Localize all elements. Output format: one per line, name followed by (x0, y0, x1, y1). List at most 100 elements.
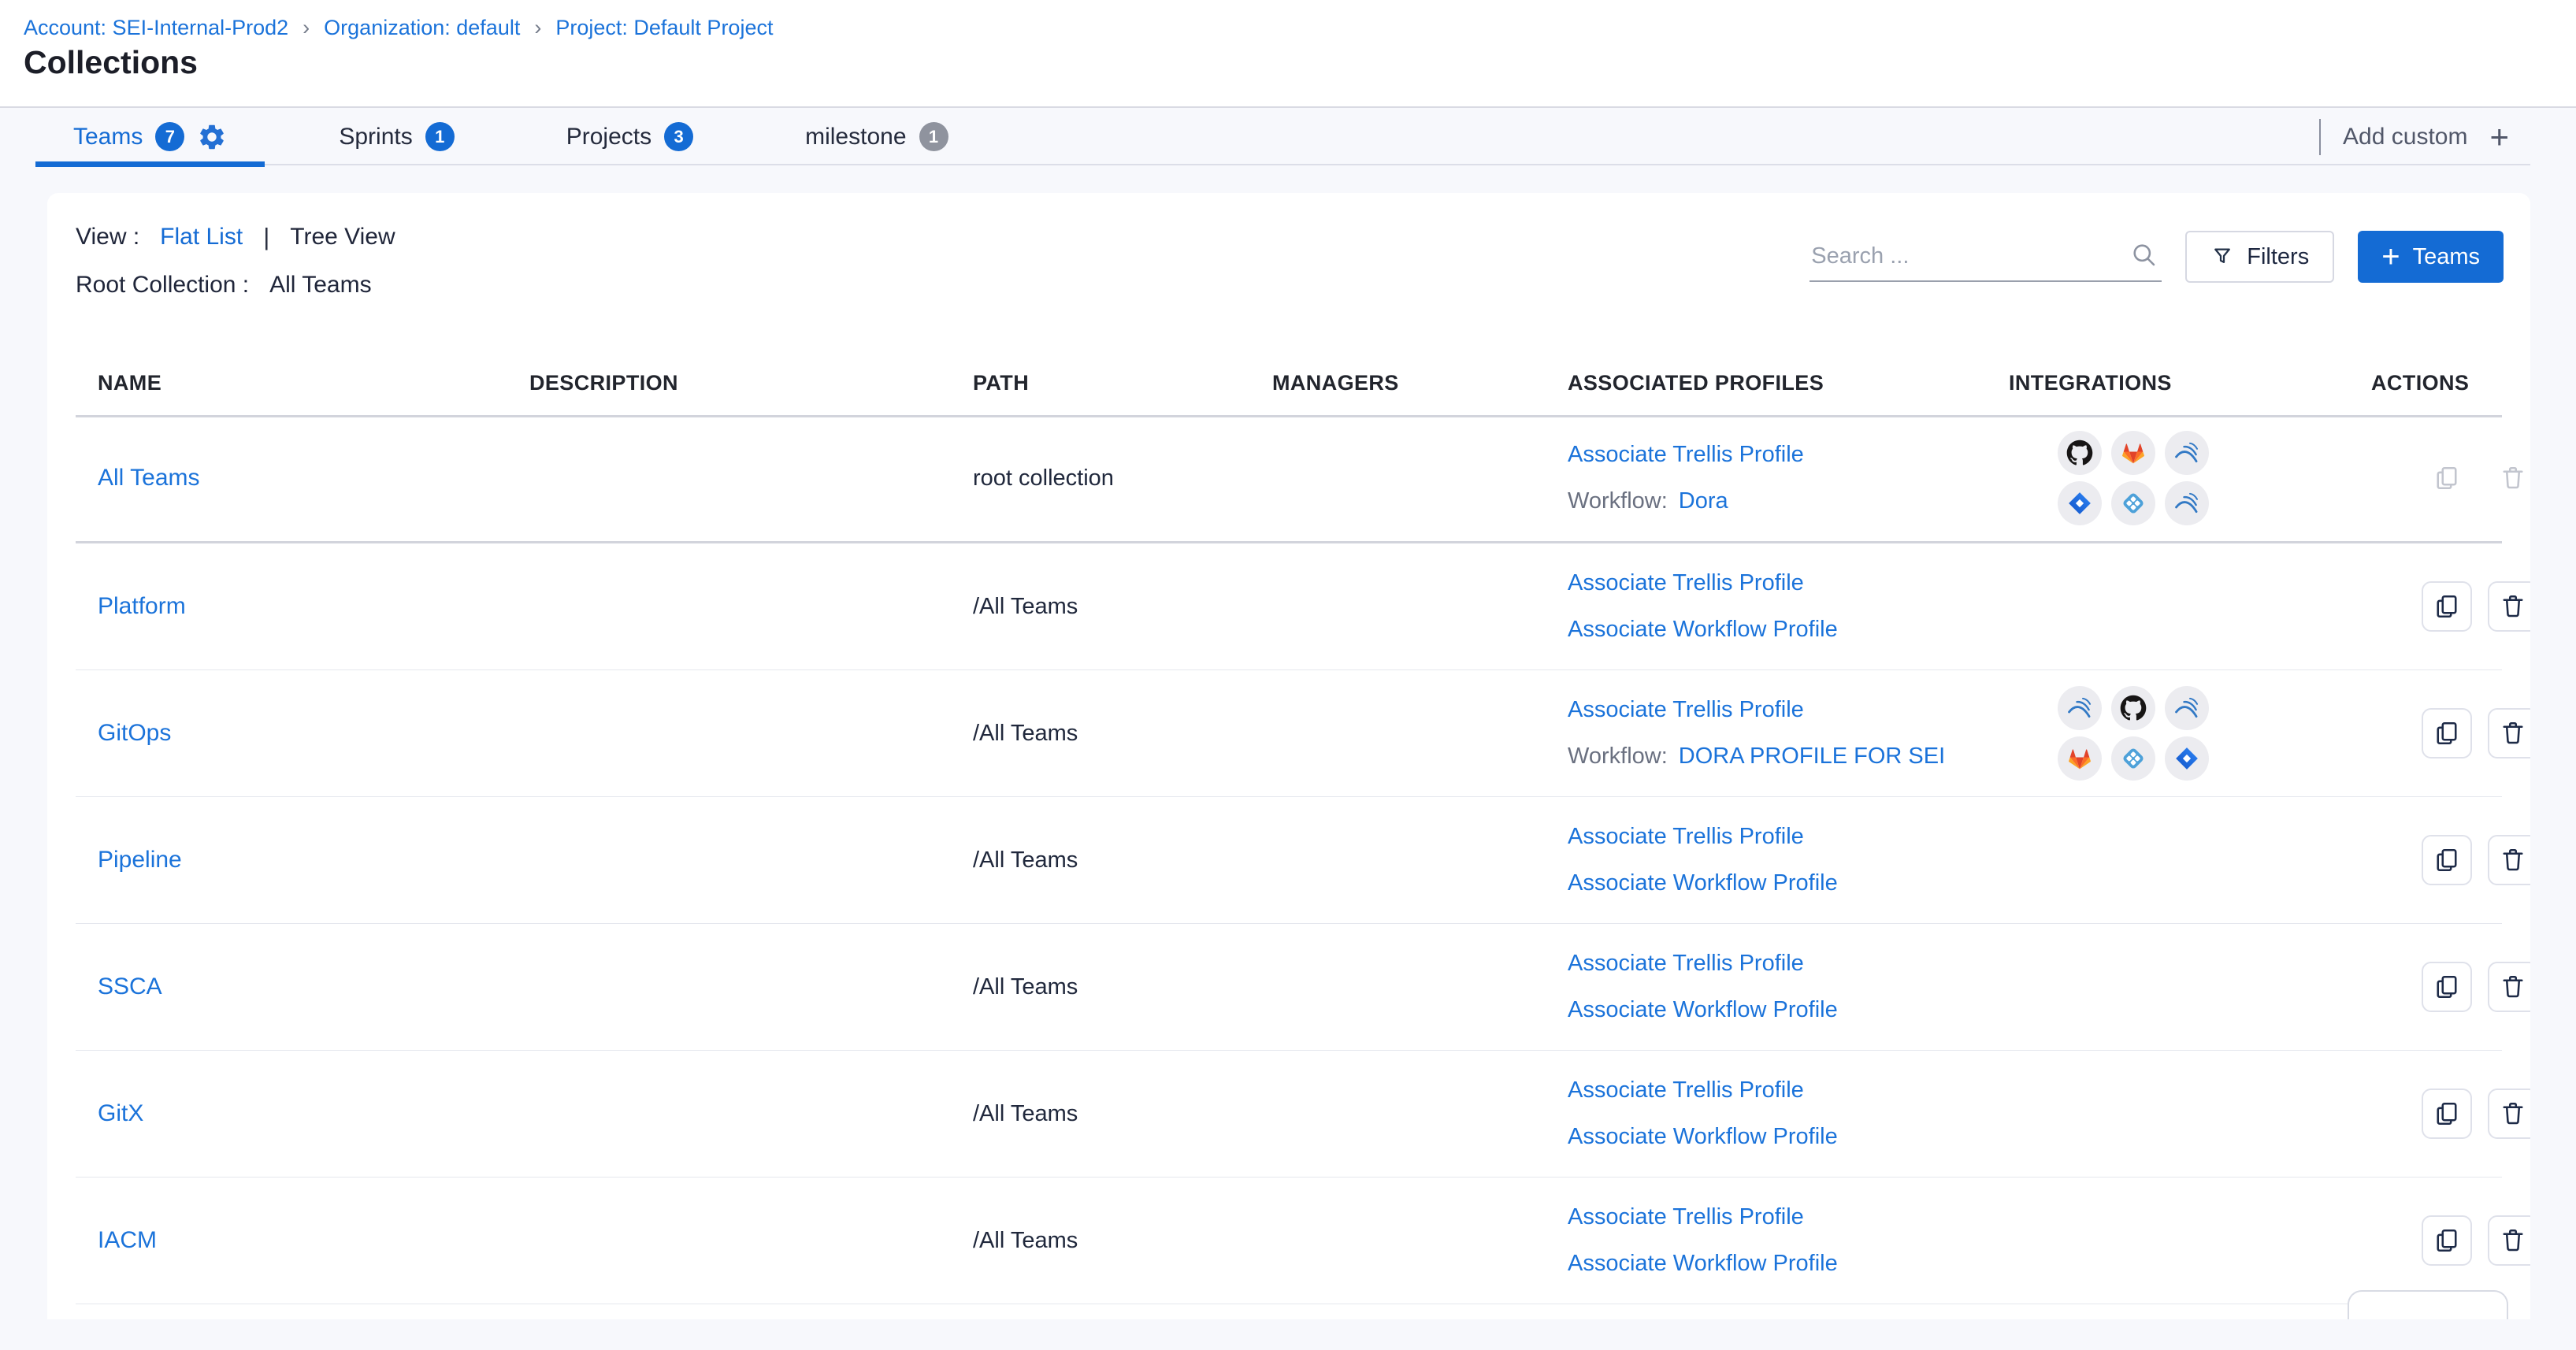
column-header-path: PATH (951, 371, 1250, 395)
associate-profile-link[interactable]: Associate Workflow Profile (1568, 1124, 1987, 1150)
collection-name-link[interactable]: SSCA (98, 974, 162, 1000)
associate-profile-link[interactable]: Associate Workflow Profile (1568, 997, 1987, 1023)
column-header-integrations: INTEGRATIONS (1987, 371, 2349, 395)
breadcrumb-separator: › (534, 16, 541, 40)
delete-collection-button (2488, 453, 2530, 503)
path-value: /All Teams (973, 1228, 1078, 1253)
tab-projects-label: Projects (566, 124, 651, 150)
tab-sprints[interactable]: Sprints 1 (301, 108, 492, 165)
path-value: /All Teams (973, 721, 1078, 746)
copy-icon (2433, 973, 2461, 1001)
associated-profiles-cell: Associate Trellis Profile Associate Workf… (1546, 1077, 1987, 1150)
add-teams-button[interactable]: + Teams (2358, 231, 2504, 283)
filters-button[interactable]: Filters (2185, 231, 2334, 283)
collection-name-link[interactable]: GitOps (98, 720, 171, 746)
delete-collection-button[interactable] (2488, 1215, 2530, 1266)
tabs: Teams 7 Sprints 1 Projects 3 milestone 1 (35, 108, 986, 165)
jira-icon (2165, 736, 2209, 781)
associated-profiles-cell: Associate Trellis Profile Associate Workf… (1546, 1204, 1987, 1277)
collection-name-link[interactable]: Platform (98, 593, 186, 619)
associate-profile-link[interactable]: Associate Trellis Profile (1568, 697, 1987, 723)
tab-projects-count-badge: 3 (664, 122, 693, 151)
row-actions (2422, 708, 2530, 758)
tab-teams-label: Teams (73, 124, 143, 150)
sonarqube-icon (2058, 686, 2102, 730)
workflow-profile-link[interactable]: Dora (1679, 488, 1728, 514)
delete-collection-button[interactable] (2488, 1089, 2530, 1139)
add-custom-button[interactable]: Add custom (2343, 124, 2467, 150)
integration-icons (2058, 431, 2209, 525)
associated-profiles-cell: Associate Trellis Profile Workflow: Dora (1546, 442, 1987, 514)
add-custom-separator (2319, 119, 2321, 155)
path-cell: root collection (951, 465, 1250, 491)
associate-profile-link[interactable]: Associate Trellis Profile (1568, 570, 1987, 596)
actions-cell (2349, 1215, 2530, 1266)
search-input[interactable] (1810, 243, 2162, 269)
trash-icon (2499, 1226, 2527, 1255)
copy-collection-button[interactable] (2422, 1089, 2472, 1139)
delete-collection-button[interactable] (2488, 581, 2530, 632)
copy-icon (2433, 1100, 2461, 1128)
actions-cell (2349, 581, 2530, 632)
tab-sprints-count-badge: 1 (425, 122, 455, 151)
copy-collection-button[interactable] (2422, 1215, 2472, 1266)
trash-icon (2499, 464, 2527, 492)
actions-cell (2349, 708, 2530, 758)
copy-icon (2433, 719, 2461, 747)
associated-profiles-cell: Associate Trellis ProfileWorkflow:DORA P… (1546, 697, 1987, 770)
tab-bar: Teams 7 Sprints 1 Projects 3 milestone 1… (0, 108, 2576, 165)
collections-screen: Account: SEI-Internal-Prod2 › Organizati… (0, 0, 2576, 1350)
delete-collection-button[interactable] (2488, 708, 2530, 758)
workflow-profile-link[interactable]: DORA PROFILE FOR SEI (1679, 744, 1945, 770)
copy-collection-button[interactable] (2422, 962, 2472, 1012)
path-cell: /All Teams (951, 721, 1250, 747)
workflow-label: Workflow: (1568, 488, 1668, 514)
collection-name-link[interactable]: GitX (98, 1100, 143, 1126)
collections-card: View : Flat List | Tree View Root Collec… (47, 193, 2530, 1319)
actions-cell (2349, 1089, 2530, 1139)
tree-view-link[interactable]: Tree View (290, 224, 395, 250)
associate-profile-link[interactable]: Associate Trellis Profile (1568, 951, 1987, 977)
tab-projects[interactable]: Projects 3 (529, 108, 731, 165)
breadcrumb-project-link[interactable]: Project: Default Project (555, 16, 773, 40)
path-value: /All Teams (973, 594, 1078, 619)
tab-teams[interactable]: Teams 7 (35, 108, 265, 165)
add-custom: Add custom + (2319, 108, 2509, 165)
gear-icon[interactable] (197, 122, 227, 152)
flat-list-link[interactable]: Flat List (160, 224, 243, 250)
associate-profile-link[interactable]: Associate Trellis Profile (1568, 1204, 1987, 1230)
copy-icon (2433, 846, 2461, 874)
copy-collection-button[interactable] (2422, 708, 2472, 758)
associate-profile-link[interactable]: Associate Workflow Profile (1568, 1251, 1987, 1277)
collection-name-link[interactable]: All Teams (98, 465, 200, 491)
tab-milestone[interactable]: milestone 1 (767, 108, 985, 165)
workflow-line: Workflow: Dora (1568, 488, 1987, 514)
row-actions (2422, 962, 2530, 1012)
associate-profile-link[interactable]: Associate Trellis Profile (1568, 824, 1987, 850)
copy-icon (2433, 464, 2461, 492)
plus-icon[interactable]: + (2489, 122, 2509, 152)
associate-profile-link[interactable]: Associate Workflow Profile (1568, 617, 1987, 643)
associate-profile-link[interactable]: Associate Trellis Profile (1568, 442, 1987, 468)
associated-profiles-cell: Associate Trellis Profile Associate Workf… (1546, 570, 1987, 643)
delete-collection-button[interactable] (2488, 962, 2530, 1012)
top-header: Account: SEI-Internal-Prod2 › Organizati… (0, 0, 2576, 106)
table-toolbar: Filters + Teams (1810, 231, 2504, 283)
collection-name-link[interactable]: IACM (98, 1227, 157, 1253)
associate-profile-link[interactable]: Associate Trellis Profile (1568, 1077, 1987, 1103)
sonarqube-icon (2165, 481, 2209, 525)
collection-name-link[interactable]: Pipeline (98, 847, 182, 873)
breadcrumb-organization-link[interactable]: Organization: default (324, 16, 520, 40)
search-box (1810, 232, 2162, 282)
page-title: Collections (24, 44, 198, 81)
delete-collection-button[interactable] (2488, 835, 2530, 885)
integrations-cell (1987, 686, 2349, 781)
breadcrumb: Account: SEI-Internal-Prod2 › Organizati… (24, 16, 773, 40)
associate-profile-link[interactable]: Associate Workflow Profile (1568, 870, 1987, 896)
diamond-grid-icon (2111, 736, 2155, 781)
integration-icons (2058, 686, 2209, 781)
copy-collection-button[interactable] (2422, 835, 2472, 885)
copy-collection-button[interactable] (2422, 581, 2472, 632)
filters-button-label: Filters (2247, 244, 2309, 270)
breadcrumb-account-link[interactable]: Account: SEI-Internal-Prod2 (24, 16, 288, 40)
